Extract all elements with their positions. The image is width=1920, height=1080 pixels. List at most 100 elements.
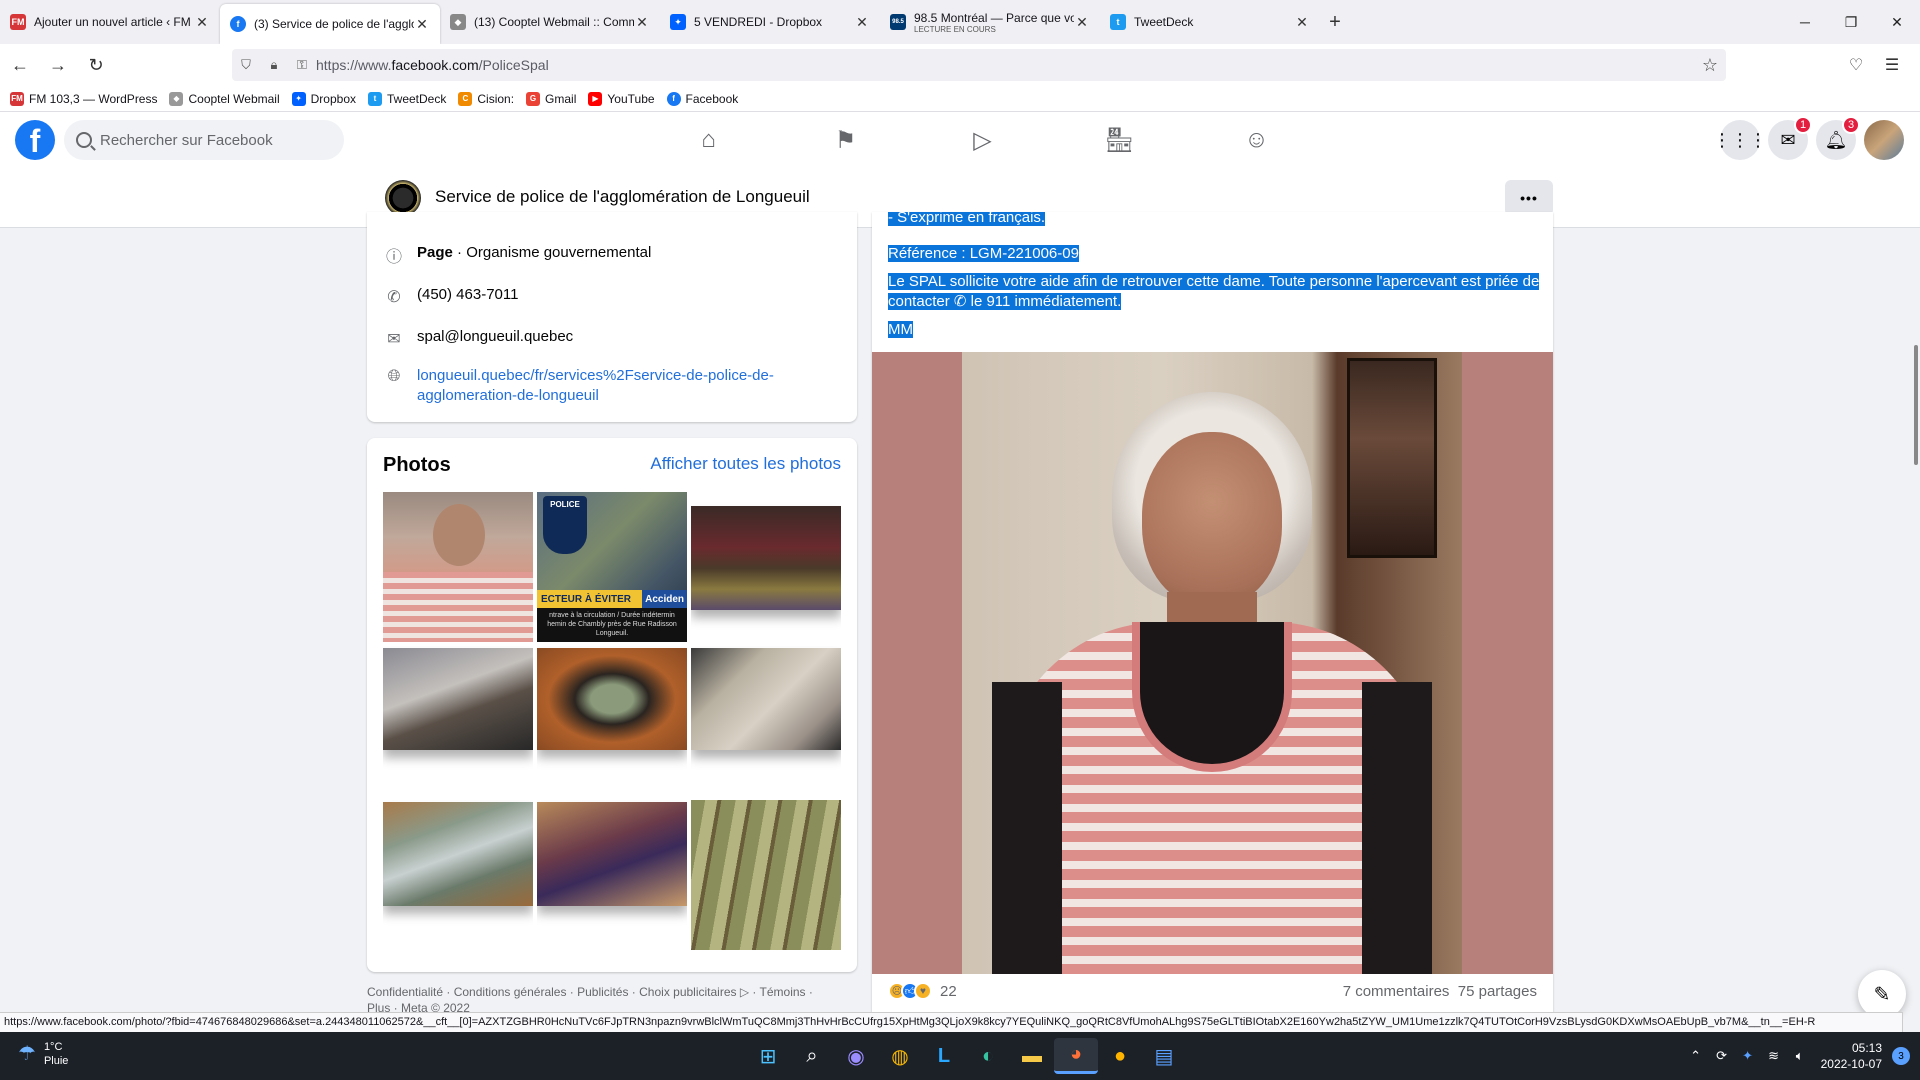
police-badge-logo-icon[interactable] [385,180,421,216]
new-message-compose-icon[interactable]: ✎ [1858,970,1906,1018]
info-icon: ⓘ [385,249,402,266]
dropbox-tray-icon[interactable]: ✦ [1735,1048,1761,1064]
file-explorer-icon[interactable]: ▬ [1010,1038,1054,1074]
browser-tab-cooptel[interactable]: ◆ (13) Cooptel Webmail :: Comm ✕ [440,0,660,44]
email-icon: ✉ [387,331,401,348]
url-text[interactable]: https://www.facebook.com/PoliceSpal [316,57,549,73]
clock-time: 05:13 [1851,1041,1882,1055]
traffic-notice-text: ntrave à la circulation / Durée indéterm… [537,608,687,642]
browser-tab-985[interactable]: 98.5 98.5 Montréal — Parce que vous LECT… [880,0,1100,44]
category-value: · Organisme gouvernemental [452,244,652,261]
reactions-summary[interactable]: ☹ 👍︎ ♥ 22 [888,982,957,1000]
facebook-logo-icon[interactable]: f [15,120,55,160]
email-address[interactable]: spal@longueuil.quebec [417,328,573,345]
volume-icon[interactable]: 🔈︎ [1787,1048,1813,1064]
system-clock[interactable]: 05:13 2022-10-07 [1821,1040,1882,1072]
messenger-icon[interactable]: ✉ 1 [1768,116,1812,160]
close-tab-icon[interactable]: ✕ [854,14,870,31]
menu-hamburger-icon[interactable]: ☰ [1874,50,1910,80]
photo-thumbnail-missing-woman[interactable] [383,492,533,642]
browser-tab-dropbox[interactable]: ✦ 5 VENDREDI - Dropbox ✕ [660,0,880,44]
footer-line-1[interactable]: Confidentialité · Conditions générales ·… [367,984,867,1000]
photo-thumbnail-drug-bags[interactable] [691,646,841,796]
notification-count-badge[interactable]: 3 [1892,1047,1910,1065]
bookmark-dropbox[interactable]: ✦ Dropbox [291,91,356,106]
link-status-bar: https://www.facebook.com/photo/?fbid=474… [0,1012,1903,1032]
windows-start-icon[interactable]: ⊞ [746,1038,790,1074]
pages-flag-icon[interactable]: ⚑ [777,112,914,168]
reload-icon[interactable]: ↻ [78,47,114,83]
browser-tab-facebook[interactable]: f (3) Service de police de l'agglomérati… [220,4,440,44]
groups-icon[interactable]: ☺ [1188,112,1325,168]
bookmark-tweetdeck[interactable]: t TweetDeck [368,91,446,106]
bookmark-label: Cooptel Webmail [188,91,280,106]
home-icon[interactable]: ⌂ [640,112,777,168]
app-icon[interactable]: ● [1098,1038,1142,1074]
photo-thumbnail-box-of-goods[interactable] [537,800,687,950]
minimize-button[interactable]: ─ [1782,0,1828,44]
notifications-bell-icon[interactable]: 🔔︎ 3 [1816,116,1860,160]
notice-line-3: Longueuil. [595,630,629,637]
address-bar[interactable]: ⛉ 🔒︎ ⚿ https://www.facebook.com/PoliceSp… [232,49,1726,81]
close-tab-icon[interactable]: ✕ [1074,14,1090,31]
shield-icon[interactable]: ⛉ [232,57,260,73]
close-window-button[interactable]: ✕ [1874,0,1920,44]
close-tab-icon[interactable]: ✕ [414,16,430,33]
bookmark-label: Gmail [545,91,577,106]
watch-video-icon[interactable]: ▷ [914,112,1051,168]
photo-thumbnail-box-of-bottles[interactable] [383,800,533,950]
close-tab-icon[interactable]: ✕ [1294,14,1310,31]
photo-right-sleeve [1362,682,1432,974]
edge-icon[interactable]: ◐ [966,1038,1010,1074]
bookmark-star-icon[interactable]: ☆ [1702,55,1718,76]
account-avatar[interactable] [1864,120,1904,160]
browser-tab-wordpress[interactable]: FM Ajouter un nouvel article ‹ FM 103,3 … [0,0,220,44]
website-link[interactable]: longueuil.quebec/fr/services%2Fservice-d… [417,366,774,406]
marketplace-icon[interactable]: 🏪︎ [1051,112,1188,168]
bookmarks-bar: FM FM 103,3 — WordPress ◆ Cooptel Webmail … [0,86,1920,112]
more-options-button[interactable]: ••• [1505,180,1553,216]
firefox-icon[interactable]: ◕ [1054,1038,1098,1074]
shares-count[interactable]: 75 partages [1458,983,1537,1000]
photo-thumbnail-seized-items-table[interactable] [383,646,533,796]
key-icon[interactable]: ⚿ [288,57,316,73]
wifi-icon[interactable]: ≋ [1761,1048,1787,1064]
forward-arrow-icon[interactable]: → [40,47,76,83]
bookmark-facebook[interactable]: f Facebook [666,91,738,106]
bookmark-youtube[interactable]: ▶ YouTube [588,91,655,106]
facebook-search-input[interactable]: Rechercher sur Facebook [64,120,344,160]
back-arrow-icon[interactable]: ← [2,47,38,83]
teams-chat-icon[interactable]: ◉ [834,1038,878,1074]
photo-thumbnail-traffic-notice[interactable]: POLICE ECTEUR À ÉVITER Acciden ntrave à l… [537,492,687,642]
document-icon[interactable]: ▤ [1142,1038,1186,1074]
bookmark-cooptel[interactable]: ◆ Cooptel Webmail [169,91,280,106]
photo-thumbnail-seized-boxes[interactable] [691,492,841,642]
photo-thumbnail-bag-of-cash[interactable] [537,646,687,796]
bookmark-cision[interactable]: C Cision: [458,91,514,106]
bookmark-gmail[interactable]: G Gmail [526,91,577,106]
comments-count[interactable]: 7 commentaires [1343,983,1450,1000]
search-icon[interactable]: ⌕ [790,1038,834,1074]
wall-frame [1347,358,1437,558]
close-tab-icon[interactable]: ✕ [634,14,650,31]
page-title[interactable]: Service de police de l'agglomération de … [435,187,810,207]
new-tab-button[interactable]: + [1320,0,1350,44]
browser-tab-tweetdeck[interactable]: t TweetDeck ✕ [1100,0,1320,44]
menu-grid-icon[interactable]: ⋮⋮⋮ [1713,120,1767,160]
restore-button[interactable]: ❐ [1828,0,1874,44]
photo-thumbnail-banknotes[interactable] [691,800,841,950]
close-tab-icon[interactable]: ✕ [194,14,210,31]
pocket-icon[interactable]: ♡ [1838,50,1874,80]
page-scrollbar[interactable] [1914,345,1918,465]
chrome-icon[interactable]: ◍ [878,1038,922,1074]
chevron-up-icon[interactable]: ⌃ [1683,1048,1709,1064]
post-photo[interactable] [872,352,1553,974]
see-all-photos-link[interactable]: Afficher toutes les photos [650,454,841,474]
messenger-badge: 1 [1794,116,1812,134]
bookmark-wordpress[interactable]: FM FM 103,3 — WordPress [10,91,157,106]
tab-title: Ajouter un nouvel article ‹ FM 103,3 [34,15,194,29]
lock-icon[interactable]: 🔒︎ [260,57,288,73]
weather-widget[interactable]: ☂ 1°C Pluie [18,1040,68,1068]
sync-icon[interactable]: ⟳ [1709,1048,1735,1064]
l-app-icon[interactable]: L [922,1038,966,1074]
